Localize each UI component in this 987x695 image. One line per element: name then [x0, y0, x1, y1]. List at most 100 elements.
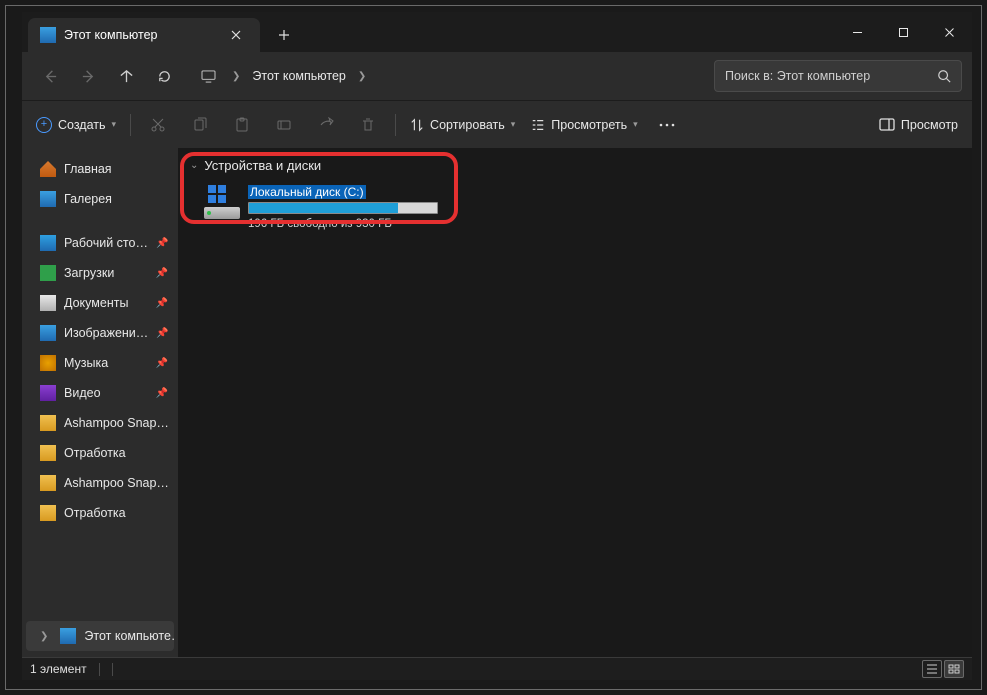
sidebar-label: Ashampoo Snap…	[64, 476, 169, 490]
sort-button[interactable]: Сортировать ▾	[404, 108, 521, 142]
chevron-down-icon: ⌄	[190, 160, 198, 171]
search-icon	[937, 69, 951, 83]
drive-name: Локальный диск (C:)	[248, 185, 366, 199]
content-area[interactable]: ⌄ Устройства и диски Локальный диск (C:)…	[178, 148, 972, 657]
view-label: Просмотреть	[551, 118, 627, 132]
pc-icon	[60, 628, 76, 644]
crumb-location[interactable]: Этот компьютер	[246, 65, 351, 87]
tab-active[interactable]: Этот компьютер	[28, 18, 260, 52]
sidebar-item-desktop[interactable]: Рабочий сто…📌	[22, 228, 178, 258]
cut-icon	[150, 117, 166, 133]
sidebar-label: Галерея	[64, 192, 112, 206]
monitor-icon	[201, 70, 216, 83]
sidebar-item-gallery[interactable]: Галерея	[22, 184, 178, 214]
new-tab-button[interactable]	[270, 21, 298, 49]
body: Главная Галерея Рабочий сто…📌 Загрузки📌 …	[22, 148, 972, 657]
home-icon	[40, 161, 56, 177]
sidebar-item-folder[interactable]: Ashampoo Snap…	[22, 408, 178, 438]
share-icon	[318, 117, 334, 133]
rename-button[interactable]	[265, 108, 303, 142]
close-button[interactable]	[926, 12, 972, 52]
sidebar-item-folder[interactable]: Ashampoo Snap…	[22, 468, 178, 498]
new-button[interactable]: + Создать ▾	[30, 108, 122, 142]
search-box[interactable]: Поиск в: Этот компьютер	[714, 60, 962, 92]
minimize-icon	[852, 27, 863, 38]
folder-icon	[40, 475, 56, 491]
sidebar-item-videos[interactable]: Видео📌	[22, 378, 178, 408]
chevron-right-icon: ❯	[230, 71, 242, 82]
list-icon	[926, 664, 938, 674]
usage-bar-fill	[249, 203, 398, 213]
view-mode-switch	[922, 660, 964, 678]
share-button[interactable]	[307, 108, 345, 142]
more-button[interactable]	[648, 108, 686, 142]
preview-label: Просмотр	[901, 118, 958, 132]
chevron-down-icon: ▾	[112, 119, 117, 130]
sidebar-item-pictures[interactable]: Изображени…📌	[22, 318, 178, 348]
sidebar-label: Музыка	[64, 356, 108, 370]
windows-logo-icon	[208, 185, 226, 203]
status-count: 1 элемент	[30, 662, 87, 676]
drive-item[interactable]: Локальный диск (C:) 196 ГБ свободно из 9…	[198, 181, 454, 234]
folder-icon	[40, 505, 56, 521]
sidebar-item-thispc[interactable]: ❯ Этот компьюте…	[26, 621, 174, 651]
toolbar: + Создать ▾ Сортировать ▾ Просмотреть ▾ …	[22, 100, 972, 148]
forward-button[interactable]	[70, 60, 106, 92]
sidebar-label: Главная	[64, 162, 112, 176]
titlebar: Этот компьютер	[22, 12, 972, 52]
sidebar-item-folder[interactable]: Отработка	[22, 438, 178, 468]
sidebar-item-documents[interactable]: Документы📌	[22, 288, 178, 318]
up-button[interactable]	[108, 60, 144, 92]
documents-icon	[40, 295, 56, 311]
explorer-window: Этот компьютер ❯ Этот компьютер ❯ Поиск …	[22, 12, 972, 680]
sidebar-item-home[interactable]: Главная	[22, 154, 178, 184]
sidebar-label: Отработка	[64, 506, 126, 520]
maximize-button[interactable]	[880, 12, 926, 52]
pc-crumb-icon[interactable]	[190, 60, 226, 92]
hdd-icon	[204, 207, 240, 219]
videos-icon	[40, 385, 56, 401]
sort-icon	[410, 118, 424, 132]
plus-icon	[278, 29, 290, 41]
pictures-icon	[40, 325, 56, 341]
sidebar-label: Этот компьюте…	[84, 629, 174, 643]
grid-icon	[948, 664, 960, 674]
back-button[interactable]	[32, 60, 68, 92]
chevron-right-icon: ❯	[356, 71, 368, 82]
details-view-button[interactable]	[922, 660, 942, 678]
copy-icon	[192, 117, 208, 133]
preview-icon	[879, 118, 895, 131]
chevron-right-icon: ❯	[40, 631, 48, 642]
group-header[interactable]: ⌄ Устройства и диски	[188, 154, 962, 181]
drive-info: Локальный диск (C:) 196 ГБ свободно из 9…	[248, 185, 448, 230]
pin-icon: 📌	[156, 298, 168, 309]
pin-icon: 📌	[156, 358, 168, 369]
close-icon	[944, 27, 955, 38]
chevron-down-icon: ▾	[633, 119, 638, 130]
sidebar-item-folder[interactable]: Отработка	[22, 498, 178, 528]
sidebar-label: Отработка	[64, 446, 126, 460]
folder-icon	[40, 415, 56, 431]
refresh-button[interactable]	[146, 60, 182, 92]
sort-label: Сортировать	[430, 118, 505, 132]
copy-button[interactable]	[181, 108, 219, 142]
ellipsis-icon	[659, 123, 675, 127]
cut-button[interactable]	[139, 108, 177, 142]
tiles-view-button[interactable]	[944, 660, 964, 678]
sidebar-label: Рабочий сто…	[64, 236, 148, 250]
paste-button[interactable]	[223, 108, 261, 142]
sidebar-item-music[interactable]: Музыка 📌	[22, 348, 178, 378]
trash-icon	[360, 117, 376, 133]
sidebar-item-downloads[interactable]: Загрузки📌	[22, 258, 178, 288]
tab-close-button[interactable]	[222, 21, 250, 49]
desktop-icon	[40, 235, 56, 251]
drive-free-text: 196 ГБ свободно из 930 ГБ	[248, 218, 448, 230]
pin-icon: 📌	[156, 268, 168, 279]
minimize-button[interactable]	[834, 12, 880, 52]
separator	[395, 114, 396, 136]
delete-button[interactable]	[349, 108, 387, 142]
sidebar-label: Изображени…	[64, 326, 148, 340]
breadcrumb[interactable]: ❯ Этот компьютер ❯	[190, 60, 712, 92]
preview-pane-button[interactable]: Просмотр	[873, 108, 964, 142]
view-button[interactable]: Просмотреть ▾	[525, 108, 643, 142]
